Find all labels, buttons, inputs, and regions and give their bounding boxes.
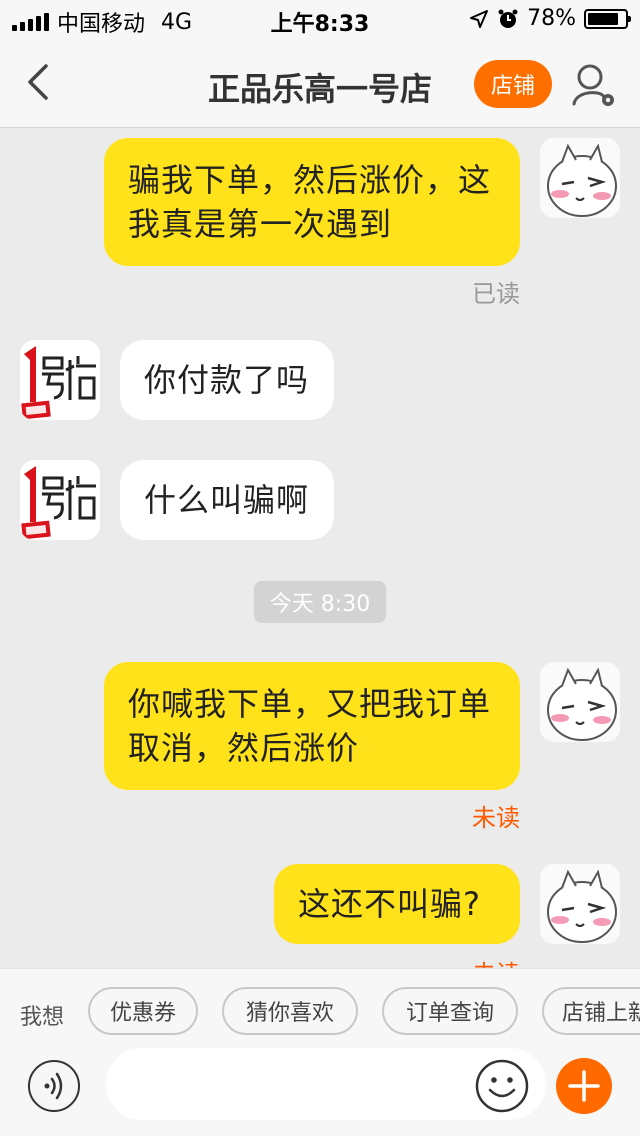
message-bubble[interactable]: 你付款了吗 bbox=[120, 340, 334, 420]
unread-status: 未读 bbox=[472, 954, 520, 968]
message-text-line: 我真是第一次遇到 bbox=[128, 205, 393, 243]
status-bar: 中国移动 4G 上午8:33 78% bbox=[0, 0, 640, 40]
user-settings-icon[interactable] bbox=[568, 60, 618, 110]
suggestion-label: 我想 bbox=[20, 1005, 65, 1030]
suggestion-chip-recommend[interactable]: 猜你喜欢 bbox=[222, 987, 358, 1035]
shop-logo-avatar-icon bbox=[20, 340, 100, 420]
suggestion-chip-new-arrivals[interactable]: 店铺上新 bbox=[542, 987, 640, 1035]
shop-logo-avatar-icon bbox=[20, 460, 100, 540]
shop-button[interactable]: 店铺 bbox=[474, 60, 552, 108]
message-bubble[interactable]: 你喊我下单，又把我订单 取消，然后涨价 bbox=[104, 662, 520, 790]
message-bubble[interactable]: 这还不叫骗? bbox=[274, 864, 520, 944]
suggestion-chip-coupon[interactable]: 优惠券 bbox=[88, 987, 198, 1035]
add-more-button[interactable] bbox=[556, 1058, 612, 1114]
message-text: 什么叫骗啊 bbox=[144, 481, 310, 519]
suggestion-bar: 我想 优惠券 猜你喜欢 订单查询 店铺上新 bbox=[0, 968, 640, 1056]
message-text-line: 取消，然后涨价 bbox=[128, 729, 360, 767]
voice-input-button[interactable] bbox=[28, 1060, 80, 1112]
suggestion-chip-order-query[interactable]: 订单查询 bbox=[382, 987, 518, 1035]
battery-percent: 78% bbox=[527, 6, 576, 31]
cat-face-avatar-icon bbox=[540, 864, 620, 944]
chat-area[interactable]: 骗我下单，然后涨价，这 我真是第一次遇到 已读 你付款了吗 什么叫骗啊 今天 8… bbox=[0, 128, 640, 968]
message-text-line: 骗我下单，然后涨价，这 bbox=[128, 161, 492, 199]
message-bubble[interactable]: 骗我下单，然后涨价，这 我真是第一次遇到 bbox=[104, 138, 520, 266]
time-divider: 今天 8:30 bbox=[254, 581, 386, 623]
cat-face-avatar-icon bbox=[540, 662, 620, 742]
alarm-clock-icon bbox=[498, 9, 518, 28]
message-text-line: 你喊我下单，又把我订单 bbox=[128, 685, 492, 723]
message-text: 这还不叫骗? bbox=[298, 885, 481, 923]
message-text: 你付款了吗 bbox=[144, 361, 310, 399]
sound-wave-icon bbox=[44, 1072, 63, 1100]
emoji-icon[interactable] bbox=[474, 1058, 530, 1114]
location-arrow-icon bbox=[470, 9, 489, 28]
my-avatar[interactable] bbox=[540, 864, 620, 944]
plus-icon bbox=[568, 1070, 600, 1102]
shop-avatar[interactable] bbox=[20, 340, 100, 420]
nav-bar: 正品乐高一号店 店铺 bbox=[0, 40, 640, 128]
cat-face-avatar-icon bbox=[540, 138, 620, 218]
message-bubble[interactable]: 什么叫骗啊 bbox=[120, 460, 334, 540]
read-status: 已读 bbox=[472, 280, 520, 308]
my-avatar[interactable] bbox=[540, 662, 620, 742]
battery-icon bbox=[584, 8, 631, 29]
input-bar bbox=[0, 1048, 640, 1136]
shop-avatar[interactable] bbox=[20, 460, 100, 540]
my-avatar[interactable] bbox=[540, 138, 620, 218]
unread-status: 未读 bbox=[472, 804, 520, 832]
